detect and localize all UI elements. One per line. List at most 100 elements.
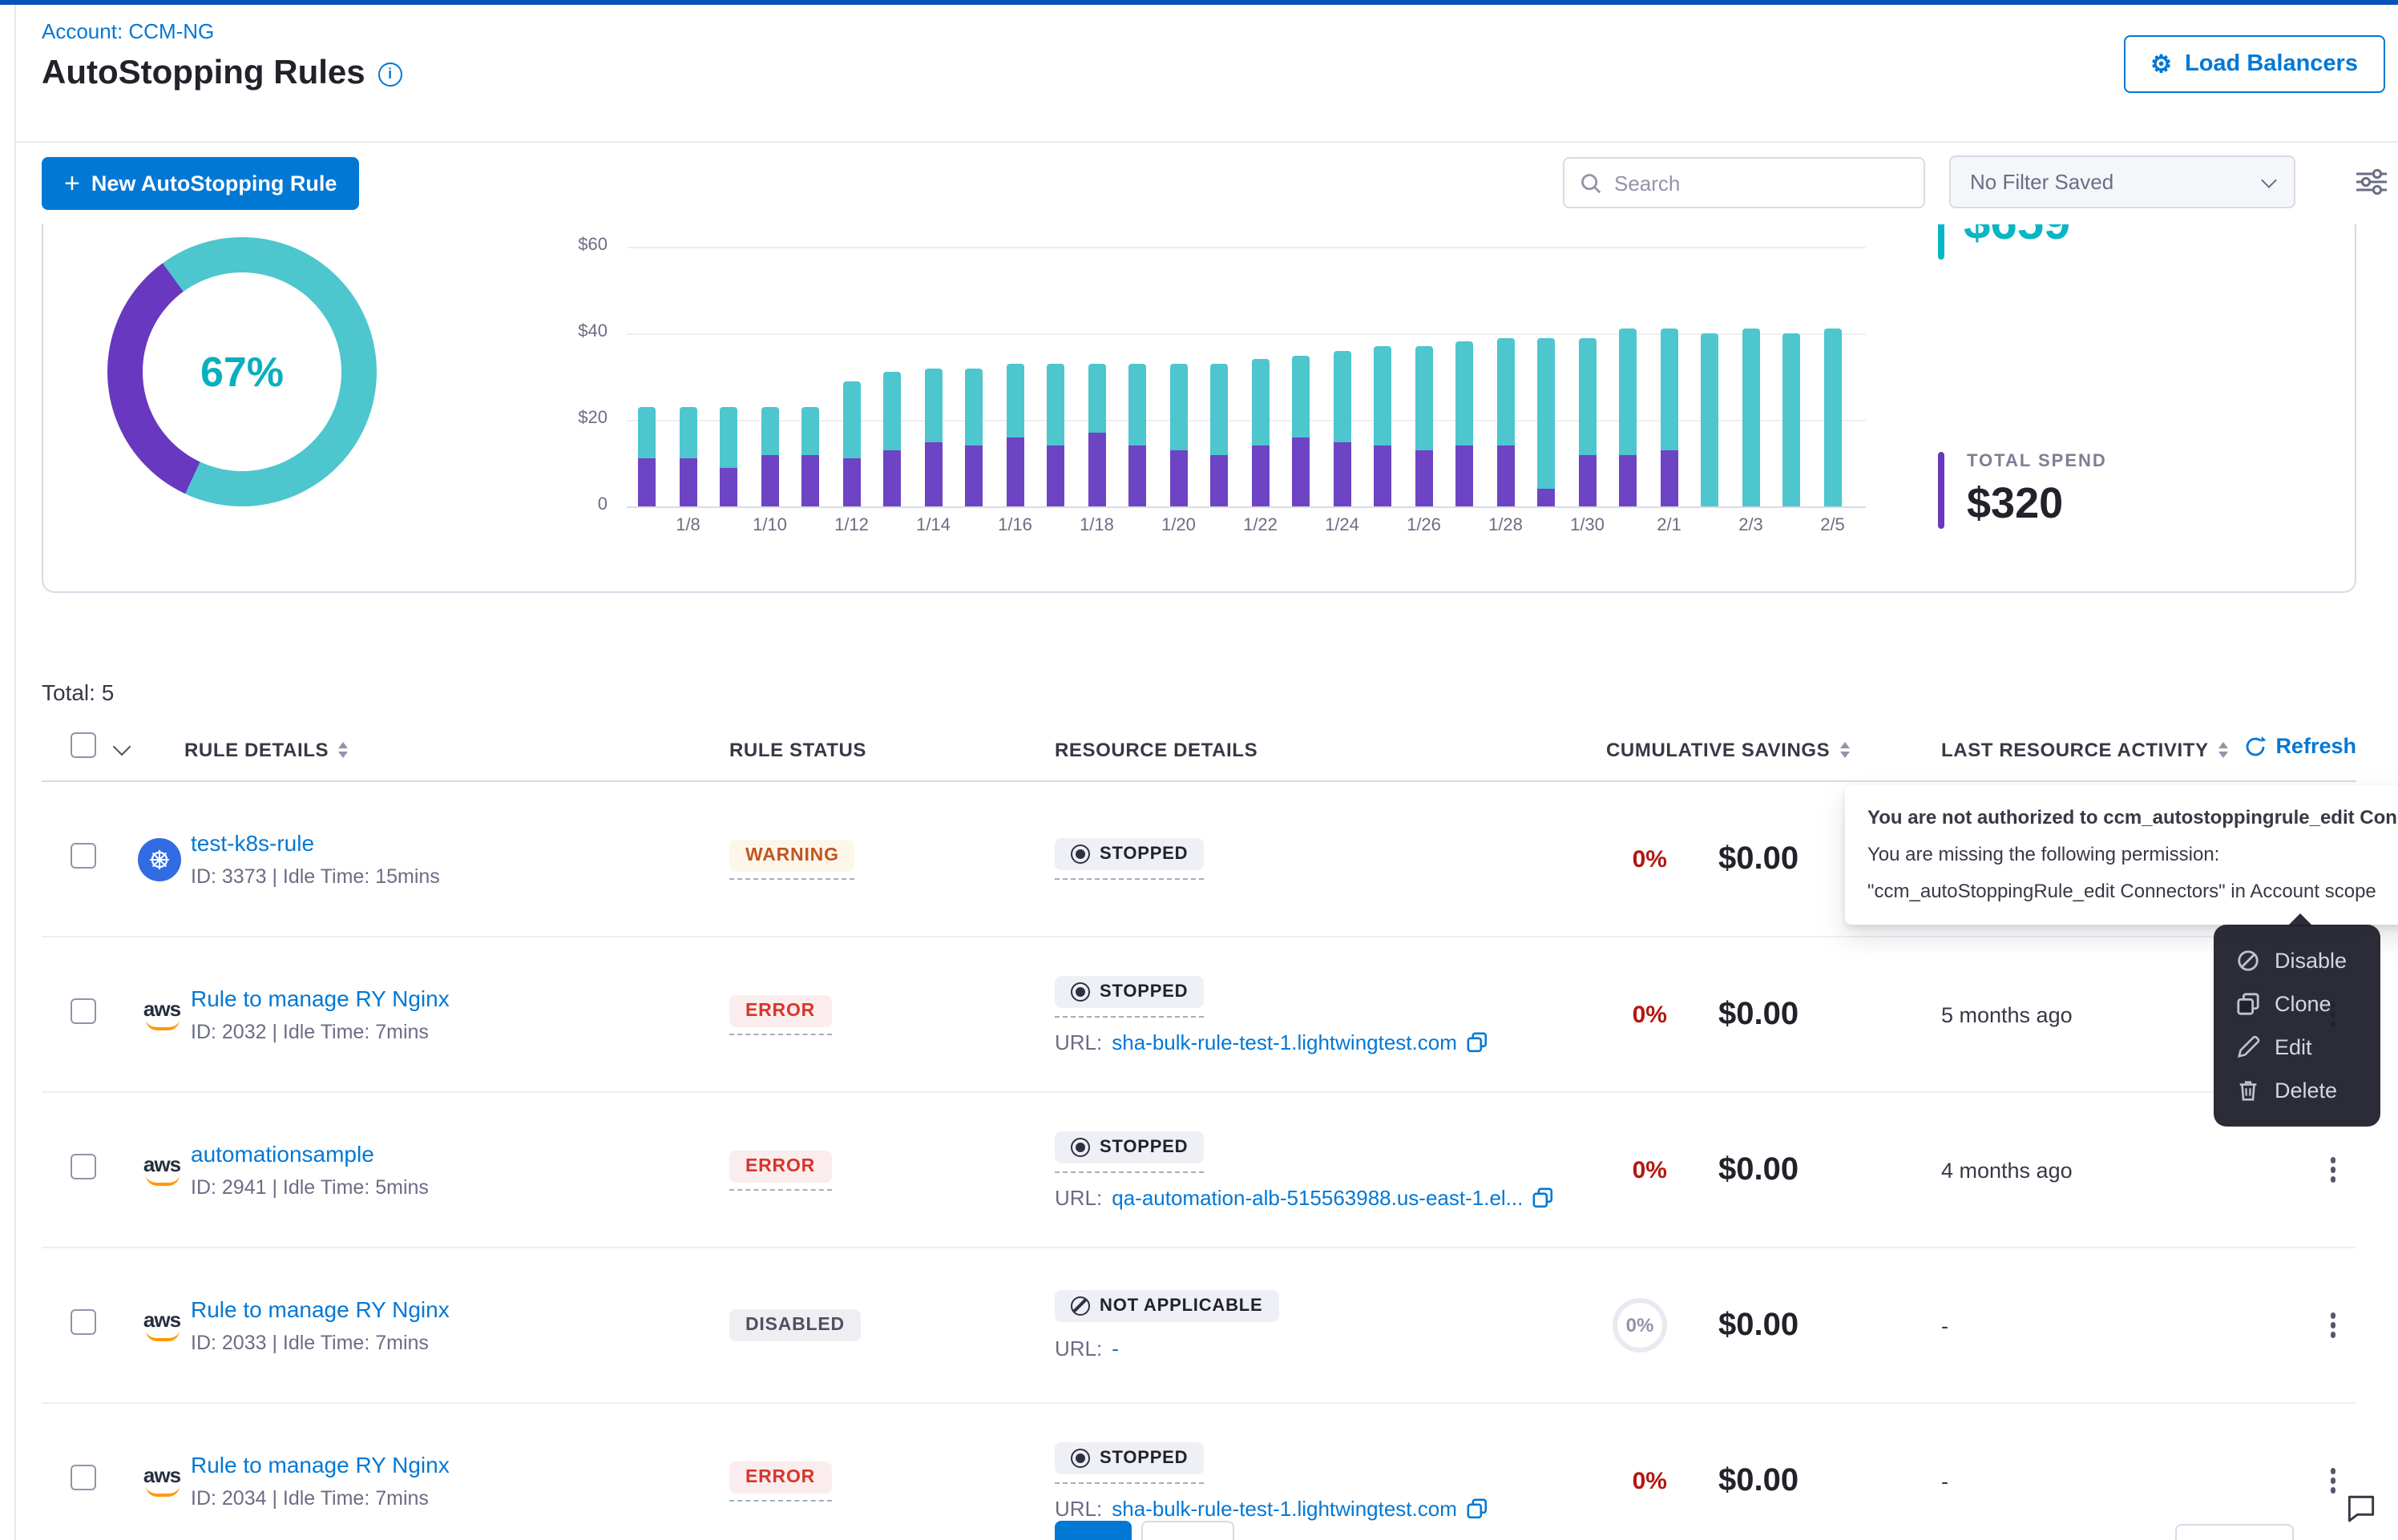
rule-meta: ID: 2032 | Idle Time: 7mins — [191, 1021, 729, 1043]
not-applicable-icon — [1071, 1296, 1090, 1316]
rule-status-badge: DISABLED — [729, 1309, 861, 1341]
savings-amount: $0.00 — [1670, 1307, 1941, 1344]
plus-icon: + — [64, 169, 80, 196]
sort-icon[interactable] — [2218, 742, 2228, 758]
chevron-down-icon — [2261, 171, 2277, 187]
aws-icon: aws — [138, 1465, 186, 1496]
kubernetes-icon — [138, 837, 181, 881]
stacked-bar — [1456, 342, 1474, 506]
rule-name-link[interactable]: Rule to manage RY Nginx — [191, 1296, 729, 1322]
row-menu-icon[interactable] — [2324, 1307, 2343, 1344]
search-box[interactable] — [1563, 157, 1925, 208]
row-checkbox[interactable] — [71, 998, 96, 1023]
savings-summary-card: 67% $60$40$200 1/81/101/121/141/161/181/… — [42, 224, 2356, 593]
stopped-icon — [1071, 982, 1090, 1001]
select-all-checkbox[interactable] — [71, 732, 96, 758]
column-rule-details[interactable]: RULE DETAILS — [184, 739, 348, 761]
stacked-bar — [884, 373, 902, 506]
select-menu-chevron-icon[interactable] — [113, 738, 131, 756]
resource-state-badge: STOPPED — [1055, 838, 1204, 870]
savings-amount: $0.00 — [1670, 1151, 1941, 1188]
refresh-button[interactable]: Refresh — [2243, 734, 2356, 758]
stacked-bar — [1211, 364, 1229, 506]
permission-tooltip: You are not authorized to ccm_autostoppi… — [1845, 785, 2398, 925]
context-menu-item-clone[interactable]: Clone — [2214, 982, 2380, 1026]
resource-url: URL: sha-bulk-rule-test-1.lightwingtest.… — [1055, 1030, 1606, 1054]
stacked-bar — [1415, 346, 1433, 506]
savings-percent: 0% — [1633, 1467, 1667, 1494]
copy-icon[interactable] — [1532, 1187, 1553, 1207]
savings-percent: 0% — [1613, 1298, 1667, 1353]
gear-icon: ⚙ — [2150, 52, 2172, 76]
stacked-bar — [1007, 364, 1024, 506]
total-spend-value: $320 — [1967, 479, 2107, 529]
context-menu-item-edit[interactable]: Edit — [2214, 1026, 2380, 1069]
sort-icon[interactable] — [1839, 742, 1849, 758]
account-breadcrumb[interactable]: Account: CCM-NG — [42, 19, 214, 43]
stopped-icon — [1071, 1137, 1090, 1156]
context-menu-item-delete[interactable]: Delete — [2214, 1069, 2380, 1112]
context-menu-item-disable[interactable]: Disable — [2214, 939, 2380, 982]
rule-meta: ID: 2034 | Idle Time: 7mins — [191, 1487, 729, 1510]
resource-state-badge: STOPPED — [1055, 1131, 1204, 1163]
refresh-icon — [2243, 735, 2266, 757]
rule-name-link[interactable]: test-k8s-rule — [191, 830, 729, 856]
rule-status-badge: ERROR — [729, 994, 831, 1026]
row-menu-icon[interactable] — [2324, 1151, 2343, 1189]
filter-panel-icon[interactable] — [2356, 168, 2387, 204]
table-header: RULE DETAILS RULE STATUS RESOURCE DETAIL… — [42, 718, 2356, 782]
rule-name-link[interactable]: Rule to manage RY Nginx — [191, 986, 729, 1011]
savings-percent: 0% — [1633, 1156, 1667, 1183]
sort-icon[interactable] — [338, 742, 348, 758]
stopped-icon — [1071, 845, 1090, 864]
rule-name-link[interactable]: Rule to manage RY Nginx — [191, 1452, 729, 1478]
load-balancers-button[interactable]: ⚙ Load Balancers — [2123, 35, 2385, 93]
stacked-bar — [1048, 364, 1065, 506]
row-menu-icon[interactable] — [2324, 1462, 2343, 1500]
copy-icon[interactable] — [1467, 1498, 1488, 1518]
aws-smile-icon — [145, 1018, 179, 1030]
stacked-bar — [721, 407, 738, 506]
chart-y-axis: $60$40$200 — [524, 247, 608, 506]
chat-launcher-icon[interactable] — [2344, 1490, 2379, 1534]
column-last-resource-activity[interactable]: LAST RESOURCE ACTIVITY — [1941, 739, 2228, 761]
stopped-icon — [1071, 1448, 1090, 1467]
pagination-page-size[interactable] — [2175, 1524, 2294, 1540]
last-activity: - — [1941, 1313, 2310, 1337]
resource-url-link[interactable]: - — [1112, 1336, 1119, 1361]
resource-url: URL: sha-bulk-rule-test-1.lightwingtest.… — [1055, 1496, 1606, 1520]
row-checkbox[interactable] — [71, 1308, 96, 1334]
row-checkbox[interactable] — [71, 842, 96, 868]
stacked-bar — [1579, 337, 1597, 506]
resource-url-link[interactable]: qa-automation-alb-515563988.us-east-1.el… — [1112, 1185, 1523, 1209]
search-input[interactable] — [1603, 169, 1924, 196]
row-context-menu-items: DisableCloneEditDelete — [2214, 939, 2380, 1112]
resource-url: URL: - — [1055, 1336, 1606, 1361]
table-row: aws automationsample ID: 2941 | Idle Tim… — [42, 1093, 2356, 1248]
stacked-bar — [761, 407, 779, 506]
row-checkbox[interactable] — [71, 1464, 96, 1490]
row-checkbox[interactable] — [71, 1153, 96, 1179]
resource-url-link[interactable]: sha-bulk-rule-test-1.lightwingtest.com — [1112, 1030, 1457, 1054]
last-activity: 4 months ago — [1941, 1158, 2310, 1182]
new-autostopping-rule-button[interactable]: + New AutoStopping Rule — [42, 157, 359, 210]
rule-meta: ID: 2033 | Idle Time: 7mins — [191, 1332, 729, 1354]
pagination-next-page[interactable] — [1141, 1521, 1234, 1540]
donut-chart: 67% — [107, 237, 377, 506]
total-spend-label: TOTAL SPEND — [1967, 452, 2107, 471]
stacked-bar — [1742, 329, 1760, 506]
stacked-bar — [680, 407, 697, 506]
column-cumulative-savings[interactable]: CUMULATIVE SAVINGS — [1606, 739, 1849, 761]
saved-filter-dropdown[interactable]: No Filter Saved — [1949, 155, 2295, 208]
info-icon[interactable] — [378, 62, 402, 86]
pagination-current-page[interactable] — [1055, 1521, 1132, 1540]
stacked-bar — [1129, 364, 1147, 506]
rule-name-link[interactable]: automationsample — [191, 1141, 729, 1167]
total-count: Total: 5 — [42, 679, 2356, 705]
savings-amount: $0.00 — [1670, 996, 1941, 1033]
stacked-bar — [1088, 364, 1106, 506]
resource-url-link[interactable]: sha-bulk-rule-test-1.lightwingtest.com — [1112, 1496, 1457, 1520]
aws-smile-icon — [145, 1174, 179, 1185]
copy-icon[interactable] — [1467, 1031, 1488, 1052]
table-row: aws Rule to manage RY Nginx ID: 2034 | I… — [42, 1404, 2356, 1540]
